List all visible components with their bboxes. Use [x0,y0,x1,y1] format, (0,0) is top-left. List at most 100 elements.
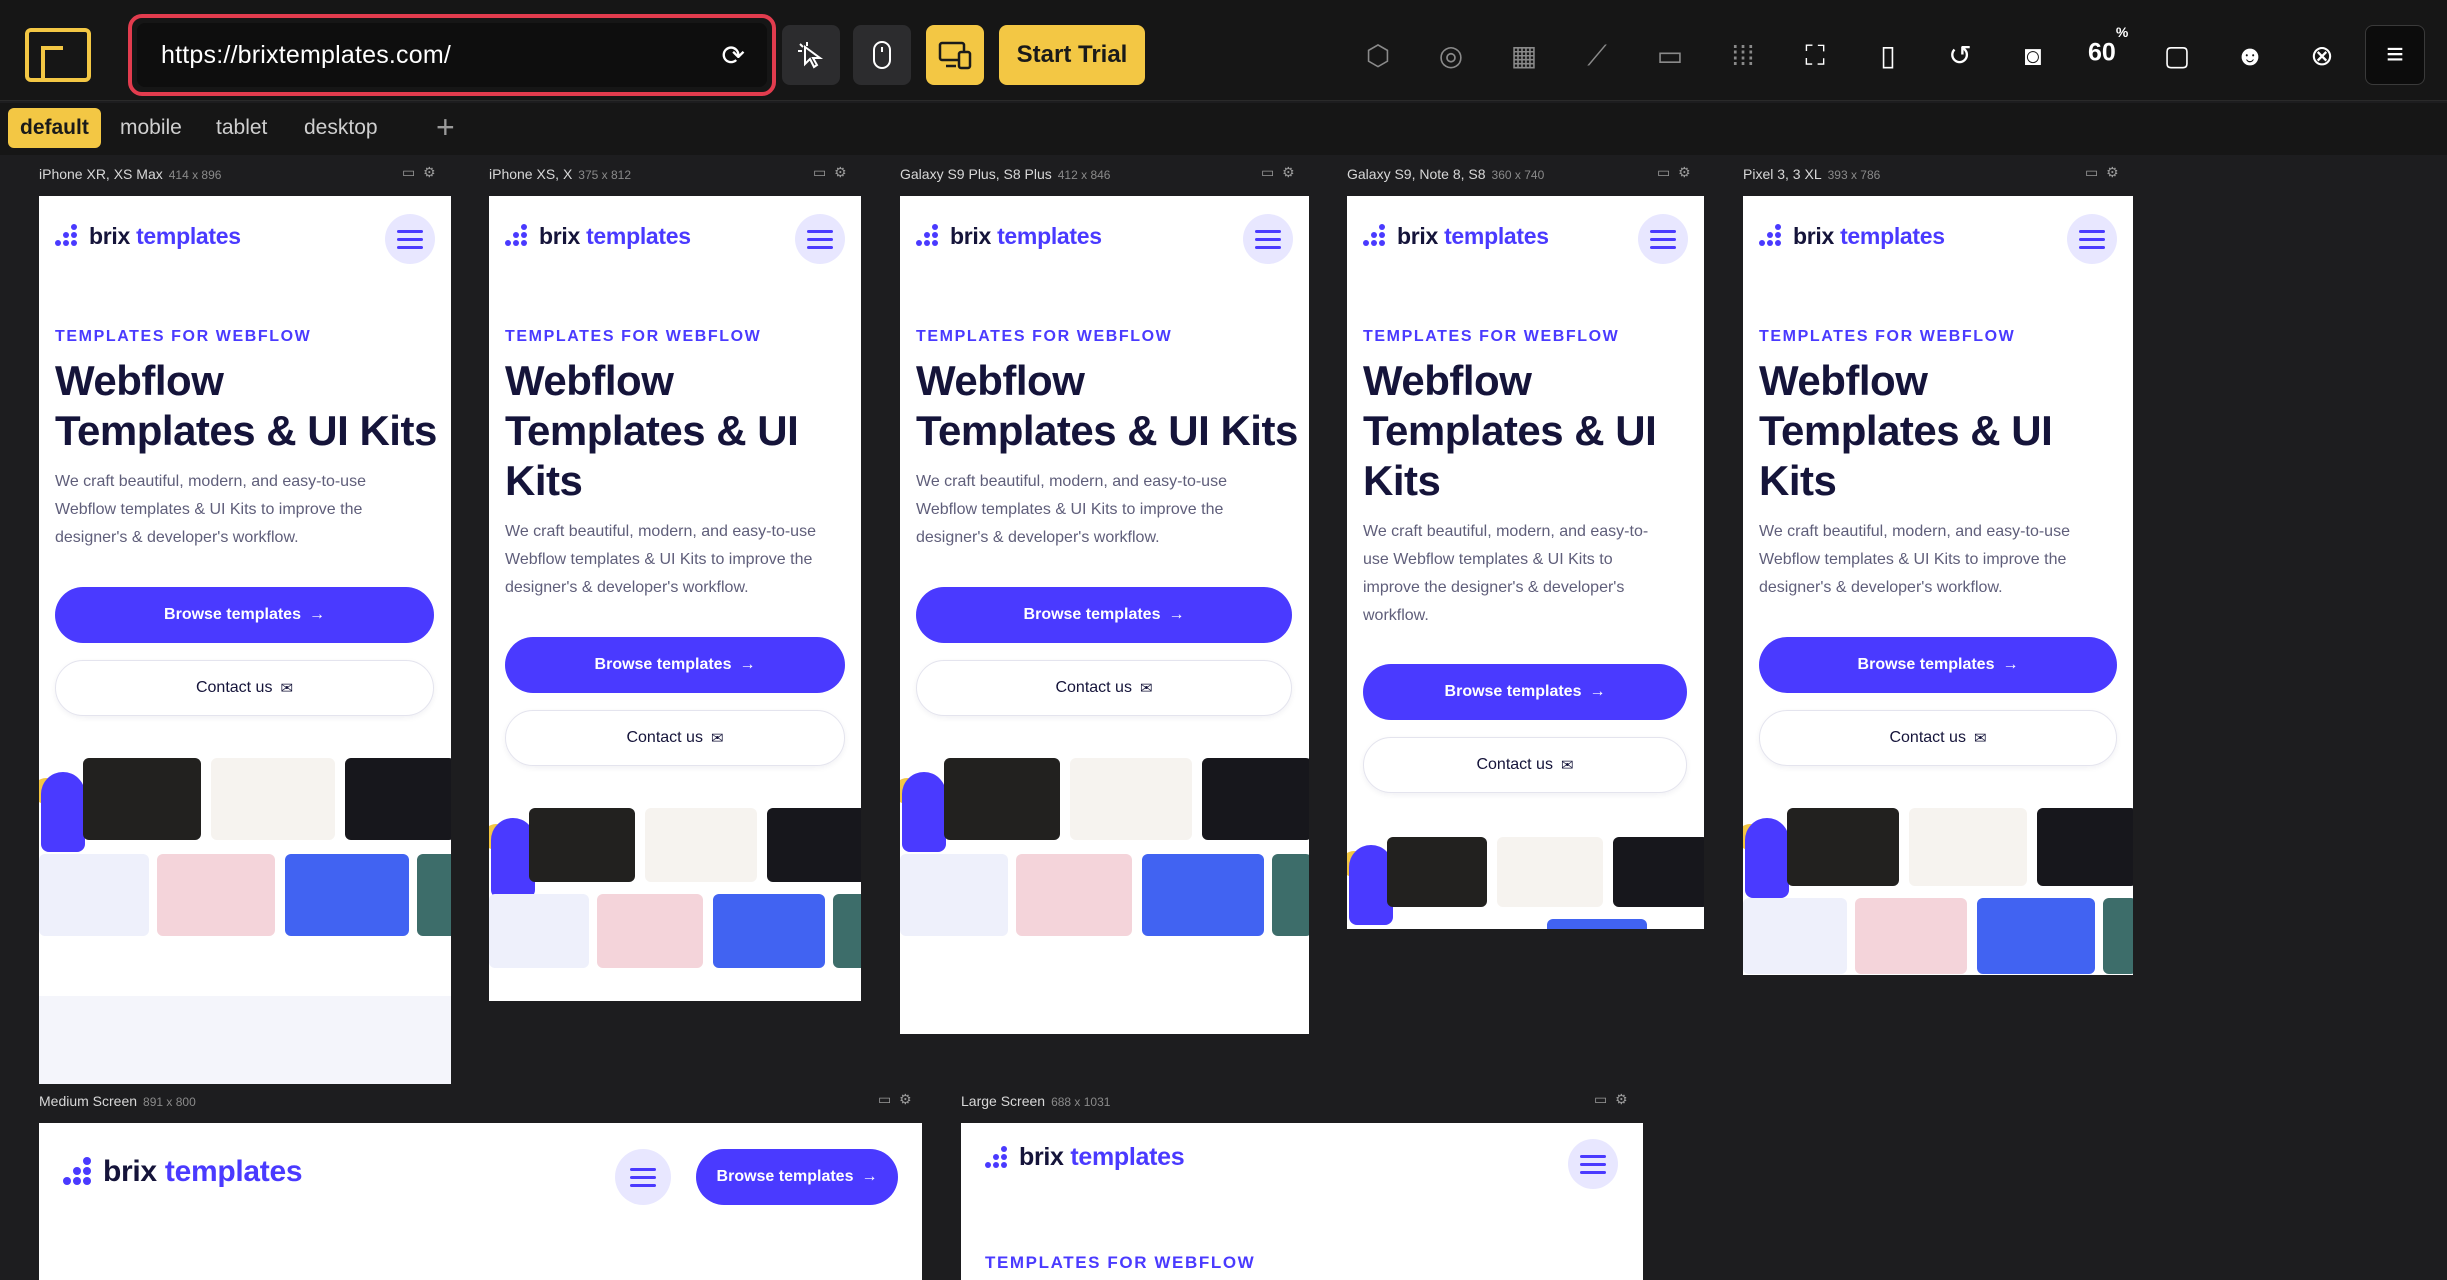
frame-controls[interactable]: ▭ ⚙ [813,164,847,181]
tab-tablet[interactable]: tablet [204,108,279,148]
url-bar[interactable]: https://brixtemplates.com/ ⟳ [128,14,776,96]
arrow-right-icon: → [739,656,756,673]
frame-label: Pixel 3, 3 XL 393 x 786 [1743,166,1881,182]
frame-controls[interactable]: ▭ ⚙ [1594,1091,1628,1108]
tab-mobile[interactable]: mobile [108,108,194,148]
device-frame[interactable]: brix templates TEMPLATES FOR WEBFLOW Web… [1347,196,1704,929]
eyebrow-text: TEMPLATES FOR WEBFLOW [1759,328,2016,345]
browse-templates-button[interactable]: Browse templates → [1363,664,1687,720]
hero-description: We craft beautiful, modern, and easy-to-… [1363,523,1649,624]
start-trial-button[interactable]: Start Trial [999,25,1145,85]
contact-us-button[interactable]: Contact us ✉ [1759,710,2117,766]
close-circle-icon[interactable]: ⊗ [2302,36,2342,76]
dots-grid-icon[interactable]: ⁞⁞⁞ [1723,36,1763,76]
rotate-icon[interactable]: ↺ [1940,36,1980,76]
template-card [1855,898,1967,974]
hamburger-menu-icon[interactable] [385,214,435,264]
app-logo-icon[interactable] [25,28,91,82]
template-card [345,758,451,840]
cube-icon[interactable]: ⬡ [1358,36,1398,76]
device-frame[interactable]: brix templates TEMPLATES FOR WEBFLOW [961,1123,1643,1280]
camera-icon[interactable]: ◙ [2013,36,2053,76]
screenshot-frame-icon[interactable]: ⛶ [1795,36,1835,76]
layers-icon[interactable]: ◎ [1431,36,1471,76]
browse-templates-button[interactable]: Browse templates → [696,1149,898,1205]
hero-headline: Webflow Templates & UI Kits [505,357,799,504]
touch-mode-button[interactable] [853,25,911,85]
discord-icon[interactable]: ☻ [2230,36,2270,76]
template-card [2037,808,2133,886]
tab-default[interactable]: default [8,108,101,148]
frame-label: Medium Screen 891 x 800 [39,1093,196,1109]
contact-us-button[interactable]: Contact us ✉ [55,660,434,716]
device-frame[interactable]: brix templates Browse templates → [39,1123,922,1280]
brand-dots-icon [1759,222,1787,250]
browse-templates-button[interactable]: Browse templates → [916,587,1292,643]
eyebrow-text: TEMPLATES FOR WEBFLOW [916,328,1173,345]
frame-controls[interactable]: ▭ ⚙ [2085,164,2119,181]
tab-desktop[interactable]: desktop [292,108,390,148]
hero-description: We craft beautiful, modern, and easy-to-… [916,473,1227,546]
template-card [39,854,149,936]
arrow-right-icon: → [1589,683,1606,700]
brand-logo[interactable]: brix templates [55,222,241,250]
frame-controls[interactable]: ▭ ⚙ [878,1091,912,1108]
grid-icon[interactable]: ▦ [1504,36,1544,76]
template-card [900,854,1008,936]
contact-us-button[interactable]: Contact us ✉ [505,710,845,766]
mail-icon: ✉ [1560,757,1574,774]
browse-templates-button[interactable]: Browse templates → [1759,637,2117,693]
cursor-click-icon [798,42,824,69]
contact-us-button[interactable]: Contact us ✉ [1363,737,1687,793]
add-tab-button[interactable]: + [436,107,455,147]
browse-templates-button[interactable]: Browse templates → [505,637,845,693]
template-card [1613,837,1704,907]
brand-logo[interactable]: brix templates [505,222,691,250]
brand-logo[interactable]: brix templates [985,1143,1185,1172]
contact-us-button[interactable]: Contact us ✉ [916,660,1292,716]
hero-description: We craft beautiful, modern, and easy-to-… [505,523,816,596]
browse-templates-button[interactable]: Browse templates → [55,587,434,643]
url-input[interactable]: https://brixtemplates.com/ [161,41,722,70]
template-card [1977,898,2095,974]
device-rotate-icon[interactable]: ▢ [2157,36,2197,76]
brand-logo[interactable]: brix templates [1759,222,1945,250]
template-collage [1743,806,2133,975]
device-frame[interactable]: brix templates TEMPLATES FOR WEBFLOW Web… [1743,196,2133,975]
eyebrow-text: TEMPLATES FOR WEBFLOW [505,328,762,345]
hamburger-menu-icon[interactable] [615,1149,671,1205]
hamburger-menu-icon[interactable] [1568,1139,1618,1189]
refresh-icon[interactable]: ⟳ [722,39,745,72]
brand-dots-icon [1363,222,1391,250]
template-collage [39,758,451,940]
template-card [157,854,275,936]
hamburger-menu-icon[interactable] [1243,214,1293,264]
template-collage [1347,833,1704,929]
brand-name: brix templates [539,222,691,249]
device-group-tabs: default mobile tablet desktop + [0,103,2447,155]
device-frame[interactable]: brix templates TEMPLATES FOR WEBFLOW Web… [489,196,861,1001]
hamburger-menu-icon[interactable] [2067,214,2117,264]
devices-icon [938,41,972,70]
minus-icon[interactable]: ▭ [1650,36,1690,76]
brand-logo[interactable]: brix templates [916,222,1102,250]
template-card [1743,898,1847,974]
frame-controls[interactable]: ▭ ⚙ [1657,164,1691,181]
device-frame[interactable]: brix templates TEMPLATES FOR WEBFLOW Web… [39,196,451,1084]
hamburger-menu-icon[interactable] [795,214,845,264]
zoom-level[interactable]: 60% [2088,24,2128,67]
brand-logo[interactable]: brix templates [63,1155,303,1189]
inspect-cursor-button[interactable] [782,25,840,85]
template-card [1070,758,1192,840]
panel-icon[interactable]: ▯ [1868,36,1908,76]
template-card [211,758,335,840]
device-frame[interactable]: brix templates TEMPLATES FOR WEBFLOW Web… [900,196,1309,1034]
frame-controls[interactable]: ▭ ⚙ [1261,164,1295,181]
responsive-devices-button[interactable] [926,25,984,85]
frame-controls[interactable]: ▭ ⚙ [402,164,436,181]
template-card [1909,808,2027,886]
menu-icon[interactable]: ≡ [2365,25,2425,85]
brand-logo[interactable]: brix templates [1363,222,1549,250]
ruler-icon[interactable]: ⟋ [1577,36,1617,76]
hamburger-menu-icon[interactable] [1638,214,1688,264]
